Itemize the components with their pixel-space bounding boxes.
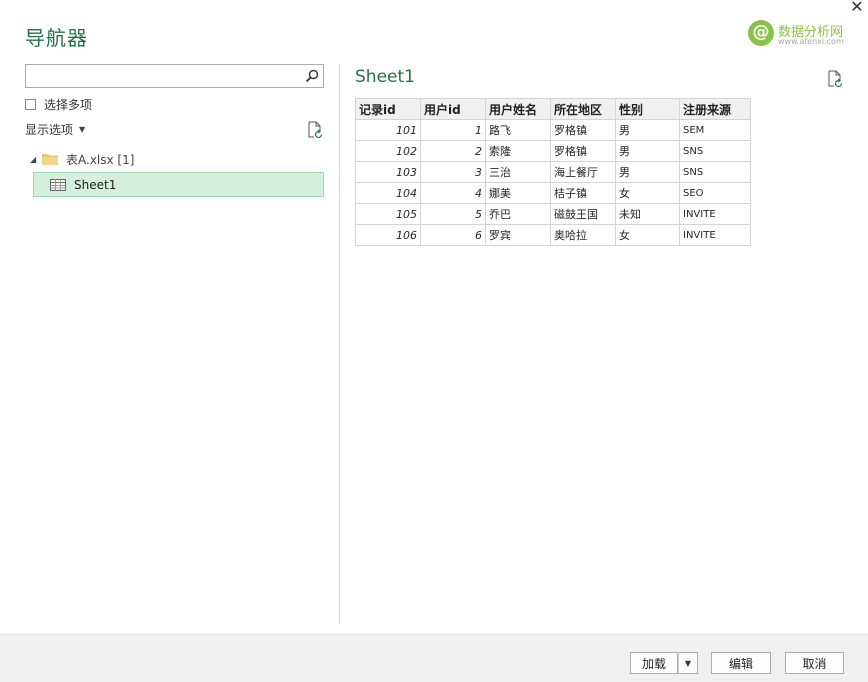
table-cell: 1	[420, 119, 486, 141]
table-cell: SEO	[679, 182, 751, 204]
table-cell: 103	[355, 161, 421, 183]
table-cell: 未知	[615, 203, 680, 225]
table-cell: 罗格镇	[550, 119, 616, 141]
multi-select-checkbox[interactable]	[25, 99, 36, 110]
multi-select-label: 选择多项	[44, 98, 93, 112]
display-options-dropdown[interactable]: 显示选项 ▼	[25, 121, 85, 138]
preview-title: Sheet1	[355, 67, 415, 87]
table-cell: 106	[355, 224, 421, 246]
table-row: 102 2 索隆 罗格镇 男 SNS	[355, 140, 751, 162]
table-row: 103 3 三治 海上餐厅 男 SNS	[355, 161, 751, 183]
table-cell: 磁鼓王国	[550, 203, 616, 225]
column-header: 所在地区	[550, 98, 616, 120]
edit-button[interactable]: 编辑	[711, 652, 771, 674]
column-header: 用户id	[420, 98, 486, 120]
refresh-icon[interactable]	[306, 121, 324, 139]
table-cell: 海上餐厅	[550, 161, 616, 183]
table-cell: 104	[355, 182, 421, 204]
table-cell: 5	[420, 203, 486, 225]
load-button[interactable]: 加载	[630, 652, 678, 674]
load-dropdown-button[interactable]: ▼	[678, 652, 698, 674]
caret-down-icon: ▼	[684, 658, 692, 668]
table-cell: 女	[615, 182, 680, 204]
watermark-url: www.afenxi.com	[778, 37, 844, 46]
table-cell: 奥哈拉	[550, 224, 616, 246]
table-cell: INVITE	[679, 203, 751, 225]
close-button[interactable]: ✕	[848, 0, 866, 16]
folder-label: 表A.xlsx [1]	[66, 152, 135, 167]
column-header: 用户姓名	[485, 98, 551, 120]
table-cell: 娜美	[485, 182, 551, 204]
table-cell: 102	[355, 140, 421, 162]
table-cell: 罗宾	[485, 224, 551, 246]
expand-triangle-icon[interactable]: ◢	[30, 155, 42, 164]
folder-icon	[42, 154, 58, 165]
preview-refresh-icon[interactable]	[826, 70, 844, 88]
sheet-label: Sheet1	[74, 177, 117, 192]
caret-down-icon: ▼	[79, 125, 86, 134]
table-row: 105 5 乔巴 磁鼓王国 未知 INVITE	[355, 203, 751, 225]
close-icon: ✕	[850, 0, 864, 16]
table-row: 106 6 罗宾 奥哈拉 女 INVITE	[355, 224, 751, 246]
table-cell: 索隆	[485, 140, 551, 162]
search-icon[interactable]	[304, 68, 320, 84]
table-cell: 男	[615, 119, 680, 141]
table-cell: 女	[615, 224, 680, 246]
column-header: 性别	[615, 98, 680, 120]
table-cell: SNS	[679, 161, 751, 183]
multi-select-option[interactable]: 选择多项	[25, 96, 92, 113]
footer-bar: 加载 ▼ 编辑 取消	[0, 633, 868, 682]
table-cell: 桔子镇	[550, 182, 616, 204]
table-cell: 4	[420, 182, 486, 204]
tree-sheet-item[interactable]: Sheet1	[33, 172, 324, 197]
table-cell: INVITE	[679, 224, 751, 246]
column-header: 记录id	[355, 98, 421, 120]
table-cell: 105	[355, 203, 421, 225]
table-cell: 乔巴	[485, 203, 551, 225]
column-header: 注册来源	[679, 98, 751, 120]
table-row: 101 1 路飞 罗格镇 男 SEM	[355, 119, 751, 141]
table-icon	[50, 178, 66, 191]
panel-splitter[interactable]	[339, 64, 340, 624]
display-options-label: 显示选项	[25, 123, 74, 137]
watermark-logo-icon: @	[748, 20, 774, 46]
table-cell: 101	[355, 119, 421, 141]
watermark: @ 数据分析网 www.afenxi.com	[748, 20, 858, 50]
table-header-row: 记录id 用户id 用户姓名 所在地区 性别 注册来源	[355, 98, 751, 120]
cancel-button[interactable]: 取消	[785, 652, 844, 674]
table-cell: 三治	[485, 161, 551, 183]
table-row: 104 4 娜美 桔子镇 女 SEO	[355, 182, 751, 204]
table-cell: 2	[420, 140, 486, 162]
table-cell: 路飞	[485, 119, 551, 141]
table-cell: 男	[615, 161, 680, 183]
table-cell: SEM	[679, 119, 751, 141]
preview-table: 记录id 用户id 用户姓名 所在地区 性别 注册来源 101 1 路飞 罗格镇…	[355, 98, 751, 246]
table-cell: 3	[420, 161, 486, 183]
search-input[interactable]	[26, 65, 296, 87]
table-cell: 6	[420, 224, 486, 246]
window-title: 导航器	[25, 26, 88, 50]
search-box	[25, 64, 324, 88]
table-cell: 罗格镇	[550, 140, 616, 162]
table-cell: 男	[615, 140, 680, 162]
table-cell: SNS	[679, 140, 751, 162]
tree-folder-item[interactable]: ◢ 表A.xlsx [1]	[30, 150, 134, 168]
